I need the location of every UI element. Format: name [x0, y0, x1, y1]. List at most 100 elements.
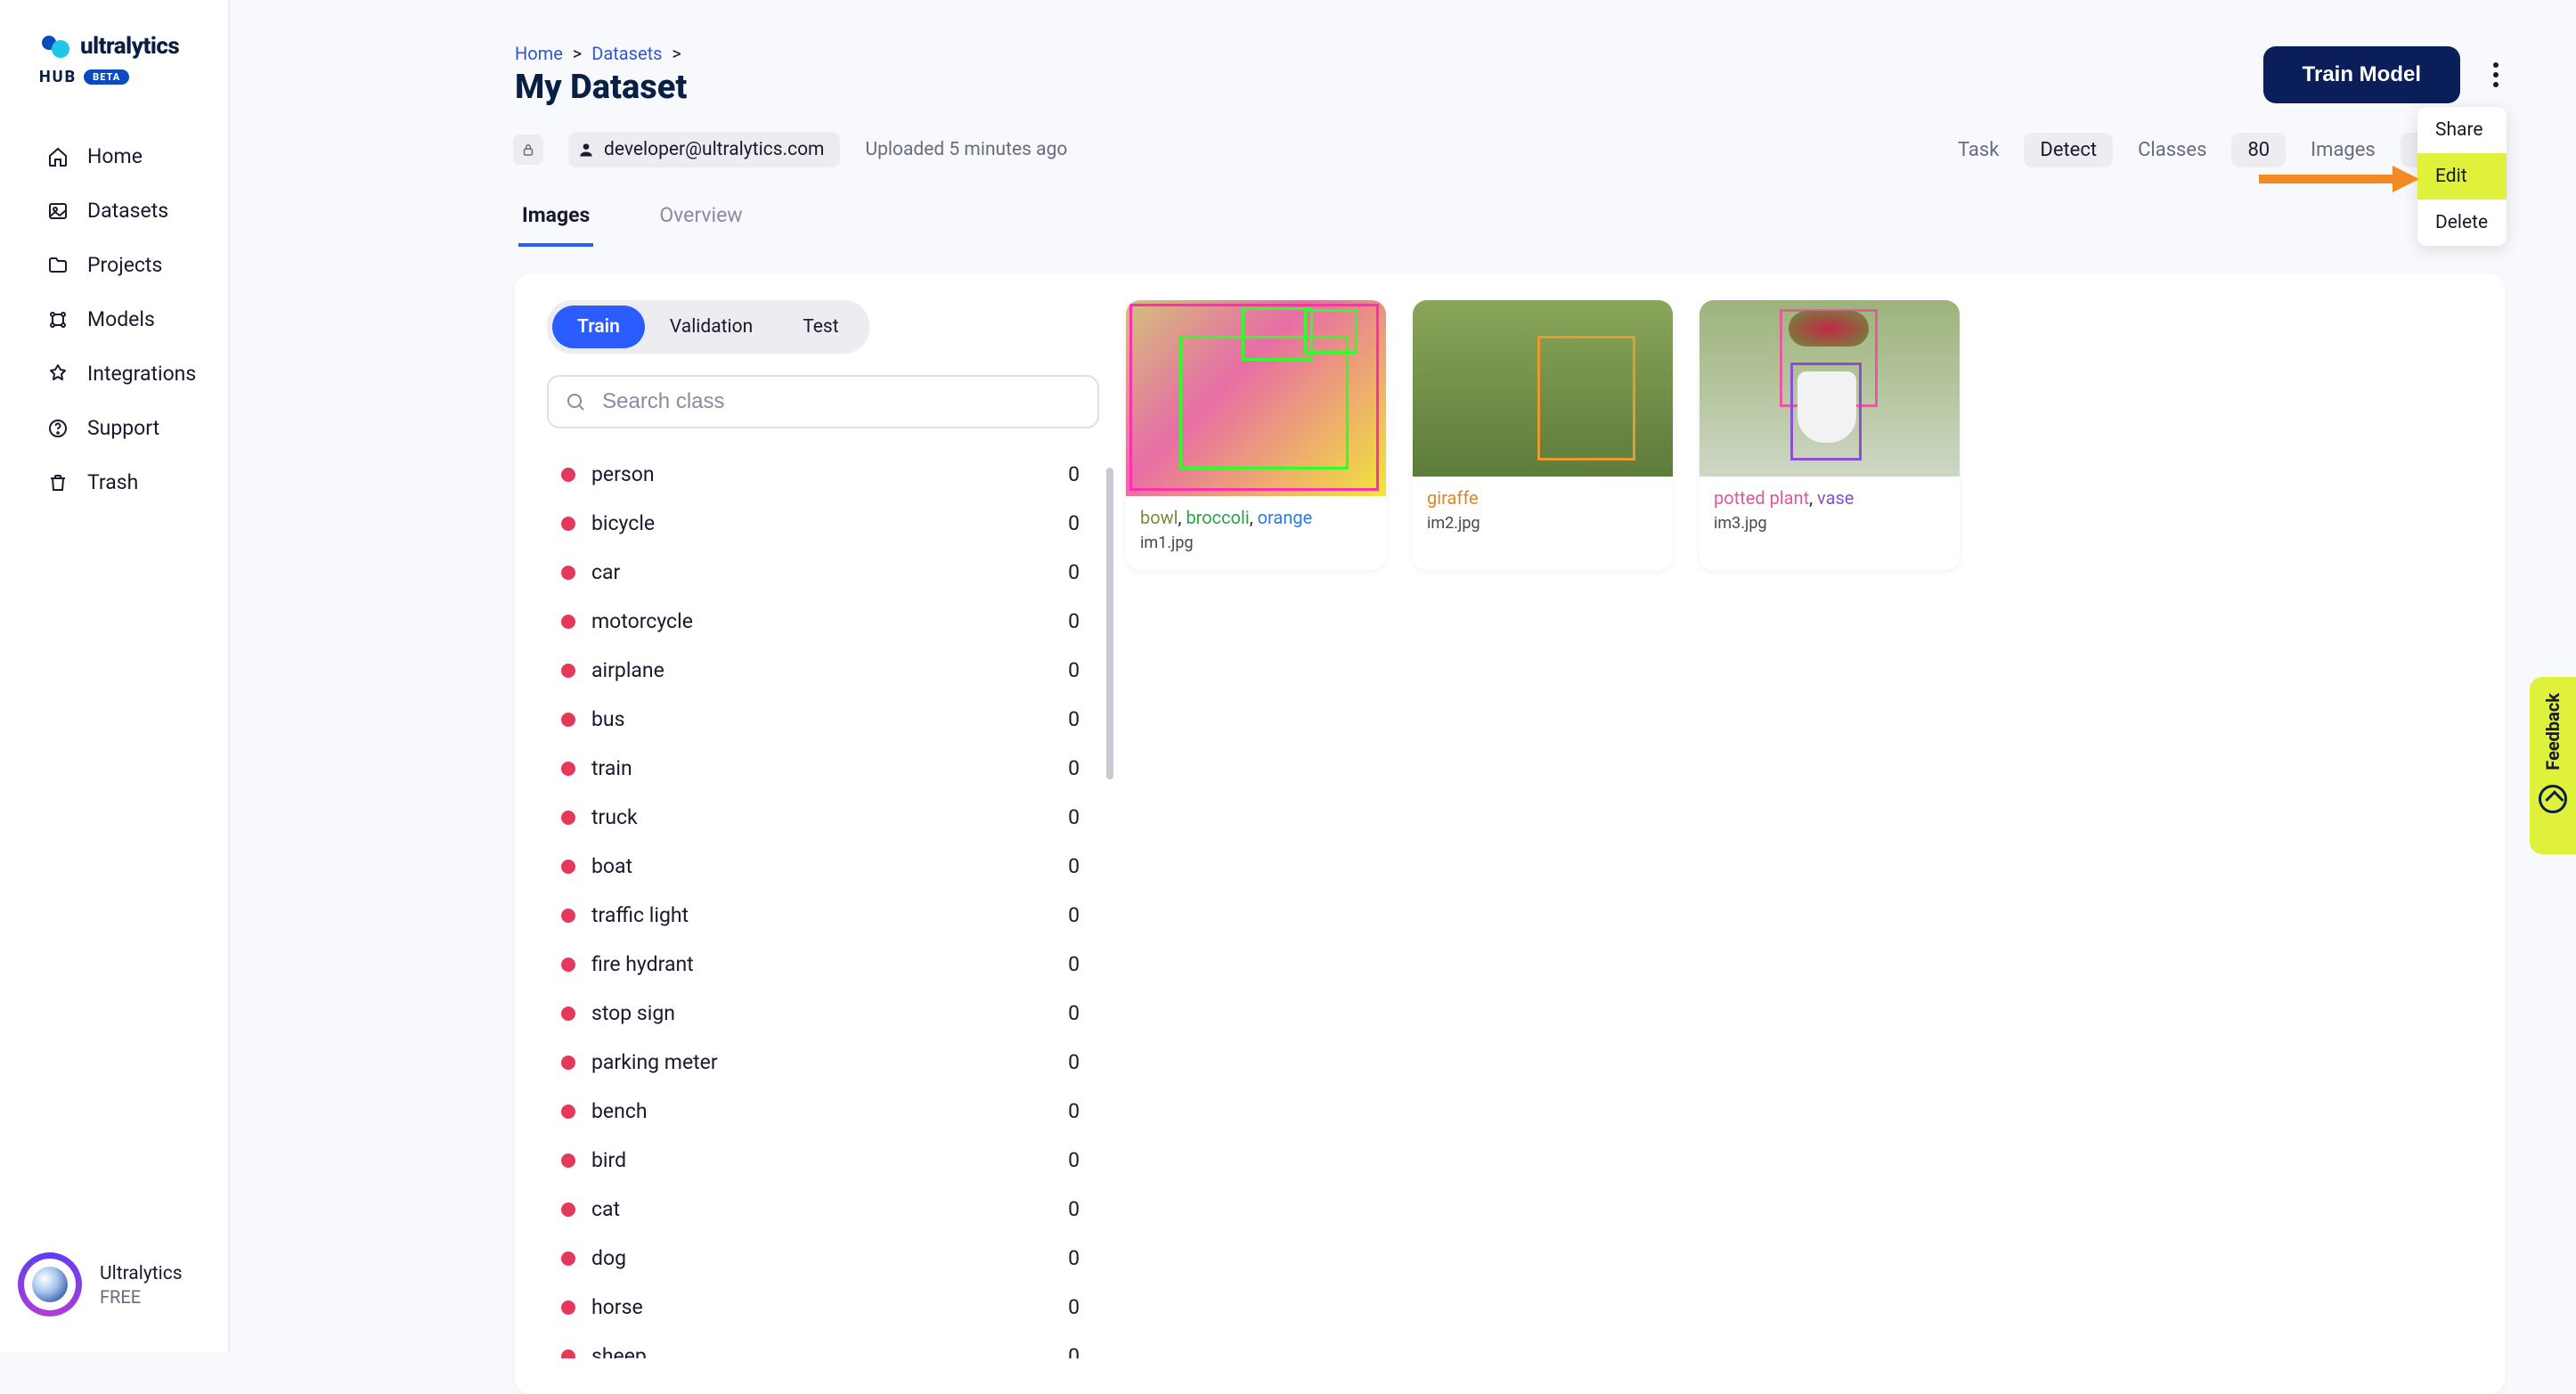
ctx-delete[interactable]: Delete: [2417, 200, 2507, 246]
image-grid: bowl, broccoli, orange im1.jpg giraffe i…: [1126, 300, 1960, 1358]
tab-images[interactable]: Images: [518, 194, 593, 247]
class-row[interactable]: motorcycle0: [547, 597, 1099, 646]
sidebar-item-label: Datasets: [87, 199, 168, 223]
search-input[interactable]: [602, 389, 1081, 414]
models-icon: [46, 308, 69, 331]
logo[interactable]: ultralytics HUB BETA: [0, 0, 228, 102]
class-color-dot: [561, 713, 575, 727]
class-count: 0: [1068, 609, 1099, 633]
sidebar-item-datasets[interactable]: Datasets: [0, 183, 228, 238]
train-model-button[interactable]: Train Model: [2263, 46, 2460, 103]
sidebar-item-projects[interactable]: Projects: [0, 238, 228, 292]
class-row[interactable]: bicycle0: [547, 499, 1099, 548]
sidebar-item-models[interactable]: Models: [0, 292, 228, 346]
context-menu: Share Edit Delete: [2417, 107, 2507, 246]
image-thumb: [1700, 300, 1960, 477]
tabs: Images Overview: [518, 194, 2576, 247]
image-file: im1.jpg: [1140, 534, 1372, 552]
class-row[interactable]: dog0: [547, 1234, 1099, 1283]
split-tab-train[interactable]: Train: [552, 306, 645, 348]
class-name: traffic light: [591, 903, 689, 927]
class-row[interactable]: bird0: [547, 1136, 1099, 1185]
class-color-dot: [561, 1056, 575, 1070]
class-row[interactable]: boat0: [547, 842, 1099, 891]
class-name: airplane: [591, 658, 664, 682]
image-card[interactable]: giraffe im2.jpg: [1413, 300, 1673, 570]
class-color-dot: [561, 909, 575, 923]
sidebar-item-label: Trash: [87, 470, 138, 494]
sidebar-item-label: Projects: [87, 253, 162, 277]
class-color-dot: [561, 1105, 575, 1119]
sidebar-item-label: Integrations: [87, 362, 196, 386]
sidebar-item-support[interactable]: Support: [0, 401, 228, 455]
sidebar-item-trash[interactable]: Trash: [0, 455, 228, 510]
class-color-dot: [561, 517, 575, 531]
class-count: 0: [1068, 658, 1099, 682]
trash-icon: [46, 471, 69, 494]
image-icon: [46, 200, 69, 223]
class-color-dot: [561, 468, 575, 482]
class-count: 0: [1068, 1050, 1099, 1074]
class-row[interactable]: truck0: [547, 793, 1099, 842]
task-label: Task: [1958, 139, 1999, 161]
image-tags: potted plant, vase: [1714, 487, 1945, 509]
class-color-dot: [561, 1349, 575, 1359]
search-icon: [565, 390, 586, 413]
class-row[interactable]: car0: [547, 548, 1099, 597]
ctx-share[interactable]: Share: [2417, 107, 2507, 153]
beta-badge: BETA: [84, 69, 129, 85]
folder-icon: [46, 254, 69, 277]
images-label: Images: [2311, 139, 2376, 161]
sidebar-item-home[interactable]: Home: [0, 129, 228, 183]
tab-overview[interactable]: Overview: [656, 194, 746, 247]
class-count: 0: [1068, 1148, 1099, 1172]
class-name: sheep: [591, 1344, 647, 1358]
split-tab-test[interactable]: Test: [778, 306, 863, 348]
callout-arrow-icon: [2259, 166, 2419, 192]
feedback-icon: [2539, 785, 2567, 813]
class-row[interactable]: person 0: [547, 450, 1099, 499]
breadcrumb-datasets[interactable]: Datasets: [591, 43, 662, 64]
class-row[interactable]: traffic light0: [547, 891, 1099, 940]
integrations-icon: [46, 363, 69, 386]
class-color-dot: [561, 958, 575, 972]
class-row[interactable]: parking meter0: [547, 1038, 1099, 1087]
owner-chip[interactable]: developer@ultralytics.com: [568, 132, 840, 167]
more-menu-button[interactable]: [2487, 57, 2505, 93]
class-row[interactable]: bench0: [547, 1087, 1099, 1136]
scrollbar[interactable]: [1106, 468, 1113, 779]
owner-email: developer@ultralytics.com: [604, 139, 824, 160]
breadcrumb-home[interactable]: Home: [515, 43, 563, 64]
class-row[interactable]: cat0: [547, 1185, 1099, 1234]
class-count: 0: [1068, 1295, 1099, 1319]
feedback-tab[interactable]: Feedback: [2530, 677, 2576, 854]
classes-label: Classes: [2138, 139, 2206, 161]
class-row[interactable]: stop sign0: [547, 989, 1099, 1038]
image-card[interactable]: bowl, broccoli, orange im1.jpg: [1126, 300, 1386, 570]
class-name: person: [591, 462, 655, 486]
class-name: train: [591, 756, 632, 780]
account-widget[interactable]: Ultralytics FREE: [0, 1252, 228, 1352]
class-row[interactable]: bus 0: [547, 695, 1099, 744]
home-icon: [46, 145, 69, 168]
class-row[interactable]: airplane 0: [547, 646, 1099, 695]
class-name: bus: [591, 707, 624, 731]
class-row[interactable]: fire hydrant0: [547, 940, 1099, 989]
class-name: cat: [591, 1197, 620, 1221]
class-count: 0: [1068, 462, 1099, 486]
feedback-label: Feedback: [2542, 693, 2564, 770]
class-name: dog: [591, 1246, 626, 1270]
ctx-edit[interactable]: Edit: [2417, 153, 2507, 200]
class-row[interactable]: horse0: [547, 1283, 1099, 1332]
class-name: fire hydrant: [591, 952, 694, 976]
search-box[interactable]: [547, 375, 1099, 428]
class-count: 0: [1068, 707, 1099, 731]
avatar: [18, 1252, 82, 1317]
split-tab-validation[interactable]: Validation: [645, 306, 778, 348]
image-card[interactable]: potted plant, vase im3.jpg: [1700, 300, 1960, 570]
sidebar-item-label: Support: [87, 416, 159, 440]
class-row[interactable]: train0: [547, 744, 1099, 793]
sidebar-item-integrations[interactable]: Integrations: [0, 346, 228, 401]
class-row[interactable]: sheep0: [547, 1332, 1099, 1358]
class-color-dot: [561, 1202, 575, 1217]
